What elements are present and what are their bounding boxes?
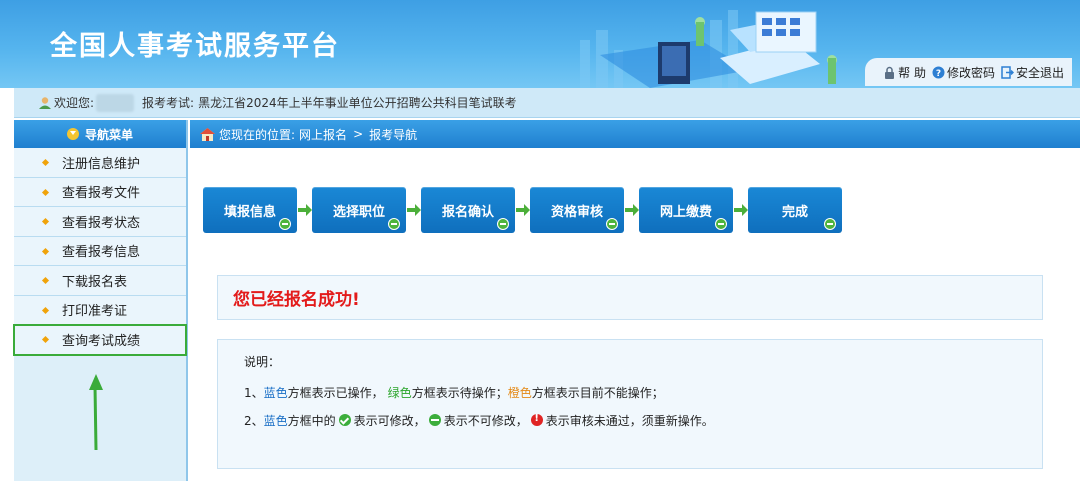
sidebar-item-label: 查看报考信息	[62, 245, 141, 261]
sidebar-item-label: 下载报名表	[62, 274, 128, 290]
bullet-icon	[41, 306, 50, 314]
welcome-bar: 欢迎您: 报考考试: 黑龙江省2024年上半年事业单位公开招聘公共科目笔试联考	[14, 88, 1080, 118]
chevron-down-icon	[66, 128, 79, 140]
exam-name: 黑龙江省2024年上半年事业单位公开招聘公共科目笔试联考	[198, 96, 517, 110]
bullet-icon	[41, 335, 50, 344]
bullet-icon	[41, 247, 50, 255]
arrow-right-icon	[733, 187, 748, 233]
welcome-greeting: 欢迎您:	[54, 96, 95, 110]
success-message: 您已经报名成功!	[233, 290, 360, 310]
site-header: 全国人事考试服务平台 帮 助 ? 修改密码 安全退出	[0, 0, 1080, 88]
instructions-line-1: 1、 蓝色 方框表示已操作， 绿色 方框表示待操作； 橙色 方框表示目前不能操作…	[244, 378, 1042, 406]
not-editable-icon	[824, 218, 836, 230]
warning-icon	[530, 413, 543, 426]
breadcrumb-item-exam-navigation: 报考导航	[369, 127, 418, 142]
step-label: 资格审核	[550, 204, 603, 220]
breadcrumb: 您现在的位置: 网上报名 > 报考导航	[190, 120, 1080, 148]
sidebar-item-label: 打印准考证	[62, 304, 128, 320]
sidebar-item-label: 查看报考状态	[62, 215, 141, 231]
not-editable-icon	[497, 218, 509, 230]
instructions-title-row: 说明：	[244, 353, 1042, 370]
breadcrumb-separator: >	[353, 127, 364, 141]
bullet-icon	[41, 276, 50, 285]
username-masked	[96, 93, 135, 112]
lock-icon	[885, 66, 895, 79]
step-select-position[interactable]: 选择职位	[312, 187, 406, 233]
minus-icon	[428, 414, 441, 426]
sidebar-item-exam-info[interactable]: 查看报考信息	[14, 236, 186, 266]
sidebar-header: 导航菜单	[14, 120, 186, 148]
help-icon: ?	[932, 66, 945, 79]
note-text: 方框中的	[287, 413, 336, 428]
step-label: 选择职位	[332, 204, 385, 220]
arrow-right-icon	[406, 187, 421, 233]
step-label: 报名确认	[441, 204, 494, 220]
breadcrumb-prefix: 您现在的位置:	[219, 127, 296, 142]
bullet-icon	[41, 158, 50, 167]
bullet-icon	[41, 217, 50, 226]
change-password-label: 修改密码	[946, 65, 995, 80]
breadcrumb-item-online-registration[interactable]: 网上报名	[299, 126, 347, 143]
step-label: 网上缴费	[659, 204, 712, 220]
not-editable-icon	[715, 218, 727, 230]
orange-word: 橙色	[507, 385, 532, 400]
note-text: 表示审核未通过，须重新操作。	[545, 413, 714, 428]
header-links: 帮 助 ? 修改密码 安全退出	[865, 58, 1072, 86]
instructions-line-2: 2、 蓝色 方框中的 表示可修改， 表示不可修改， 表示审核未通过，须重新操作。	[244, 406, 1042, 434]
step-label: 填报信息	[223, 204, 276, 220]
green-word: 绿色	[387, 385, 412, 400]
logout-icon	[1001, 65, 1014, 79]
check-icon	[338, 414, 351, 426]
annotation-arrow	[89, 374, 103, 451]
sidebar-title: 导航菜单	[84, 127, 133, 142]
step-qualification-review[interactable]: 资格审核	[530, 187, 624, 233]
sidebar-item-exam-status[interactable]: 查看报考状态	[14, 207, 186, 237]
line-number: 2、	[244, 413, 264, 428]
note-text: 方框表示目前不能操作；	[531, 385, 664, 400]
line-number: 1、	[244, 385, 264, 400]
not-editable-icon	[606, 218, 618, 230]
arrow-right-icon	[297, 187, 312, 233]
not-editable-icon	[279, 218, 291, 230]
user-icon	[39, 96, 51, 109]
arrow-right-icon	[624, 187, 639, 233]
sidebar-item-print-admission[interactable]: 打印准考证	[14, 295, 186, 325]
logout-label: 安全退出	[1015, 65, 1064, 80]
step-confirm-registration[interactable]: 报名确认	[421, 187, 515, 233]
sidebar-item-query-scores[interactable]: 查询考试成绩	[13, 324, 187, 356]
sidebar-item-register-info[interactable]: 注册信息维护	[14, 148, 186, 178]
bullet-icon	[41, 188, 50, 196]
exam-label: 报考考试:	[142, 96, 195, 110]
note-text: 表示可修改，	[353, 413, 426, 428]
sidebar-item-exam-files[interactable]: 查看报考文件	[14, 177, 186, 207]
home-icon	[200, 127, 215, 141]
step-online-payment[interactable]: 网上缴费	[639, 187, 733, 233]
svg-text:?: ?	[936, 69, 941, 79]
note-text: 表示不可修改，	[443, 413, 528, 428]
change-password-link[interactable]: ? 修改密码	[932, 64, 995, 81]
help-link[interactable]: 帮 助	[883, 64, 926, 81]
not-editable-icon	[388, 218, 400, 230]
blue-word: 蓝色	[263, 413, 288, 428]
registration-steps: 填报信息 选择职位 报名确认 资格审核 网上缴费 完成	[203, 187, 842, 233]
step-fill-info[interactable]: 填报信息	[203, 187, 297, 233]
site-title: 全国人事考试服务平台	[50, 31, 340, 62]
logout-link[interactable]: 安全退出	[1001, 64, 1064, 81]
sidebar-item-label: 查询考试成绩	[62, 333, 141, 349]
sidebar-item-download-form[interactable]: 下载报名表	[14, 266, 186, 296]
arrow-right-icon	[515, 187, 530, 233]
note-text: 方框表示已操作，	[287, 385, 384, 400]
step-complete[interactable]: 完成	[748, 187, 842, 233]
instructions-panel: 说明： 1、 蓝色 方框表示已操作， 绿色 方框表示待操作； 橙色 方框表示目前…	[217, 339, 1043, 469]
blue-word: 蓝色	[263, 385, 288, 400]
help-link-label: 帮 助	[898, 65, 926, 80]
sidebar-item-label: 注册信息维护	[62, 156, 141, 172]
note-text: 方框表示待操作；	[411, 385, 508, 400]
step-label: 完成	[781, 204, 808, 220]
sidebar-item-label: 查看报考文件	[62, 186, 141, 202]
instructions-title: 说明：	[244, 355, 281, 369]
success-message-box: 您已经报名成功!	[217, 275, 1043, 320]
